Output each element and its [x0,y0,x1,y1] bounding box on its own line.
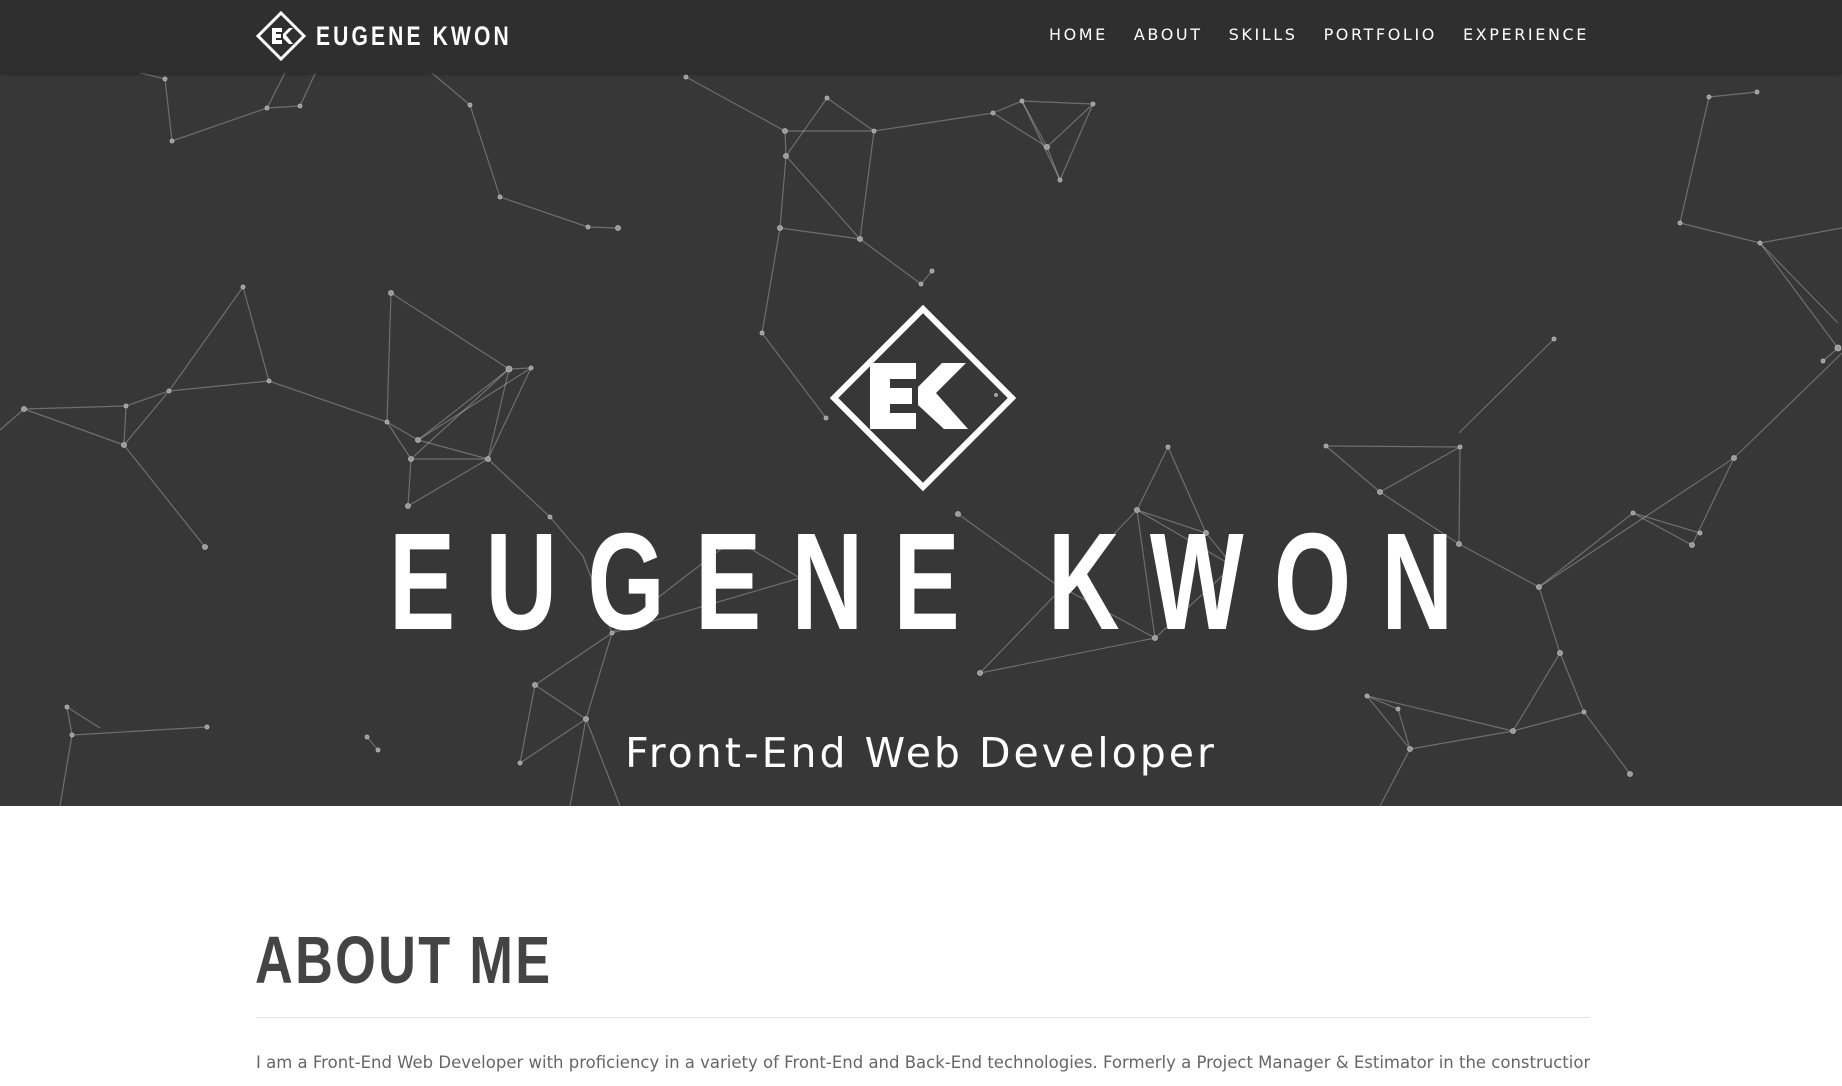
nav-links: HOME ABOUT SKILLS PORTFOLIO EXPERIENCE [1023,0,1589,68]
ek-logo-icon [256,11,306,61]
nav-about[interactable]: ABOUT [1134,25,1203,44]
brand-name: EUGENE KWON [316,20,512,51]
hero-subtitle: Front-End Web Developer [625,729,1217,777]
hero-ek-logo-icon [829,304,1017,496]
nav-portfolio[interactable]: PORTFOLIO [1324,25,1437,44]
hero-title-text: EUGENE KWON [388,505,1484,659]
about-divider [256,1017,1590,1018]
navbar: EUGENE KWON HOME ABOUT SKILLS PORTFOLIO … [0,0,1842,73]
about-paragraph: I am a Front-End Web Developer with prof… [256,1053,1590,1072]
brand-link[interactable]: EUGENE KWON [256,10,567,62]
nav-skills[interactable]: SKILLS [1229,25,1298,44]
about-heading-text: ABOUT ME [255,923,553,998]
hero-title: EUGENE KWON [0,513,1842,651]
hero-section: EUGENE KWON Front-End Web Developer [0,73,1842,806]
nav-home[interactable]: HOME [1049,25,1108,44]
nav-experience[interactable]: EXPERIENCE [1463,25,1589,44]
about-heading: ABOUT ME [255,922,636,999]
